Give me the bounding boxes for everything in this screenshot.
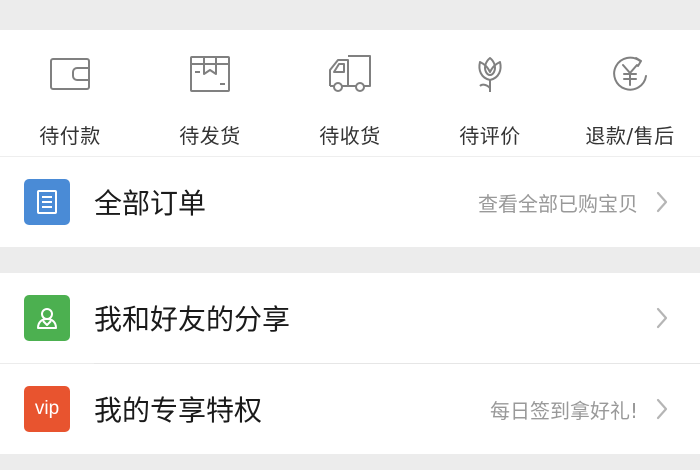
privileges-title: 我的专享特权 [94,394,263,427]
vip-icon-text: vip [34,398,60,419]
chevron-right-icon [652,396,672,422]
status-pending-review[interactable]: 待评价 [420,30,560,156]
all-orders-row[interactable]: 全部订单 查看全部已购宝贝 [0,157,700,247]
chevron-right-icon [652,189,672,215]
all-orders-title: 全部订单 [94,187,207,220]
order-center-page: 待付款 待发货 待收货 待评价 退款/售后 全部订单 查看全部已购宝贝 我和好友… [0,0,700,470]
package-box-icon [186,50,234,98]
order-status-row: 待付款 待发货 待收货 待评价 退款/售后 [0,30,700,157]
privileges-hint: 每日签到拿好礼! [489,398,638,423]
all-orders-hint: 查看全部已购宝贝 [478,191,638,216]
status-pending-receipt[interactable]: 待收货 [280,30,420,156]
status-pending-shipment[interactable]: 待发货 [140,30,280,156]
status-pending-payment[interactable]: 待付款 [0,30,140,156]
wallet-icon [46,50,94,98]
friends-icon [24,295,70,341]
friend-share-title: 我和好友的分享 [94,303,291,336]
chevron-right-icon [652,305,672,331]
section-gap [0,247,700,273]
delivery-truck-icon [326,50,374,98]
vip-icon: vip [24,386,70,432]
status-label: 退款/售后 [585,124,675,148]
status-label: 待付款 [39,124,101,148]
top-gap [0,0,700,30]
yen-refund-icon [606,50,654,98]
flower-review-icon [466,50,514,98]
status-label: 待评价 [459,124,521,148]
status-label: 待收货 [319,124,381,148]
privileges-row[interactable]: vip 我的专享特权 每日签到拿好礼! [0,364,700,454]
status-label: 待发货 [179,124,241,148]
status-refund-aftersale[interactable]: 退款/售后 [560,30,700,156]
friend-share-row[interactable]: 我和好友的分享 [0,273,700,363]
order-list-icon [24,179,70,225]
